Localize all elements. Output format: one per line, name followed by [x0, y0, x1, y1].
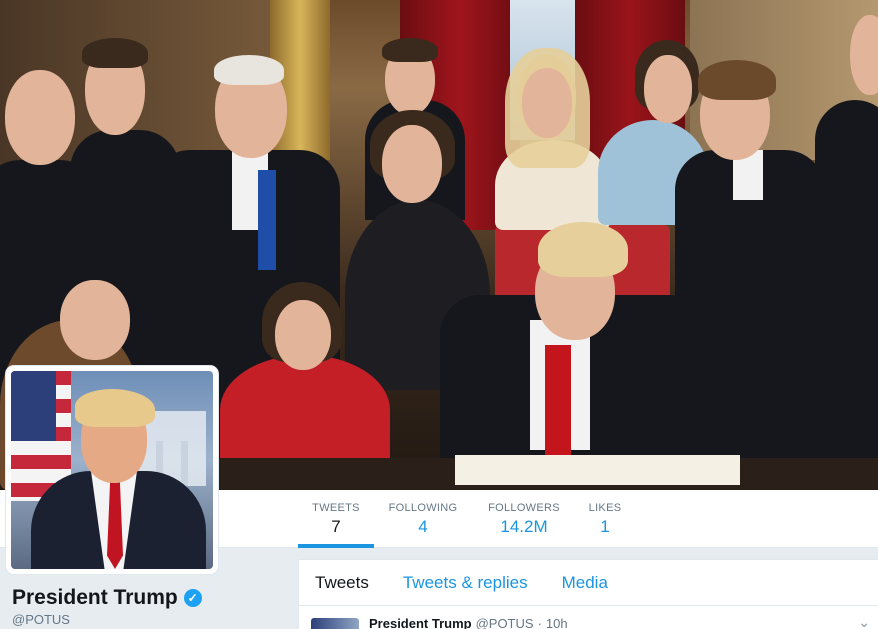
- timeline: Tweets Tweets & replies Media President …: [298, 559, 878, 629]
- tab-media[interactable]: Media: [562, 573, 608, 593]
- tweet-item[interactable]: President Trump @POTUS · 10h ⌄: [299, 606, 878, 629]
- banner-person-hair: [538, 222, 628, 277]
- banner-person-tie: [545, 345, 571, 455]
- banner-person-hair: [214, 55, 284, 85]
- tab-tweets-and-replies[interactable]: Tweets & replies: [403, 573, 528, 593]
- banner-document: [455, 455, 740, 485]
- avatar-column: [181, 441, 188, 486]
- profile-name-row: President Trump ✓: [12, 586, 202, 610]
- stat-tweets[interactable]: TWEETS 7: [298, 490, 374, 548]
- banner-person: [815, 100, 878, 480]
- avatar-hair: [75, 389, 155, 427]
- stat-label: TWEETS: [312, 502, 360, 514]
- stat-following[interactable]: FOLLOWING 4: [384, 490, 462, 548]
- stat-value: 4: [418, 517, 428, 536]
- banner-person-face: [522, 68, 572, 138]
- tweet-author-handle[interactable]: @POTUS: [476, 616, 534, 629]
- banner-person: [220, 355, 390, 465]
- stat-followers[interactable]: FOLLOWERS 14.2M: [484, 490, 564, 548]
- banner-person-head: [382, 125, 442, 203]
- banner-person-head: [275, 300, 331, 370]
- tweet-separator: ·: [537, 615, 542, 629]
- stat-label: FOLLOWING: [388, 502, 458, 514]
- stat-value: 14.2M: [500, 517, 548, 536]
- banner-person-head: [644, 55, 692, 123]
- tweet-timestamp[interactable]: 10h: [546, 616, 568, 629]
- stat-value: 7: [331, 517, 341, 536]
- stat-value: 1: [600, 517, 610, 536]
- flag-canton: [11, 371, 56, 441]
- banner-person-hair: [82, 38, 148, 68]
- timeline-tabs: Tweets Tweets & replies Media: [299, 560, 878, 606]
- profile-header-card: President Trump ✓ @POTUS: [12, 586, 202, 627]
- avatar-image: [11, 371, 213, 569]
- verified-badge-icon[interactable]: ✓: [183, 589, 202, 607]
- banner-person-hair: [698, 60, 776, 100]
- banner-person-hair: [382, 38, 438, 62]
- profile-page: TWEETS 7 FOLLOWING 4 FOLLOWERS 14.2M LIK…: [0, 0, 878, 629]
- tab-tweets[interactable]: Tweets: [315, 573, 369, 593]
- stat-label: FOLLOWERS: [488, 502, 560, 514]
- tweet-avatar[interactable]: [311, 618, 359, 629]
- profile-name[interactable]: President Trump: [12, 586, 178, 610]
- banner-person-head: [5, 70, 75, 165]
- profile-avatar[interactable]: [6, 366, 218, 574]
- banner-person-tie: [258, 170, 276, 270]
- profile-handle[interactable]: @POTUS: [12, 612, 202, 627]
- stat-label: LIKES: [588, 502, 622, 514]
- chevron-down-icon[interactable]: ⌄: [858, 614, 870, 629]
- banner-person-head: [60, 280, 130, 360]
- tweet-author-name[interactable]: President Trump: [369, 616, 472, 629]
- stat-likes[interactable]: LIKES 1: [582, 490, 628, 548]
